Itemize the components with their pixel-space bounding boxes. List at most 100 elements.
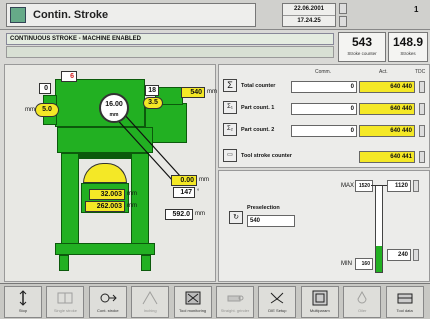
inching-icon: [132, 290, 168, 306]
stroke-counter-box: 543 Stroke counter: [338, 32, 386, 62]
toolbar-button-label: Single stroke: [53, 308, 77, 313]
toolbar-button-tool-monitor[interactable]: Tool monitoring: [173, 286, 212, 318]
table-value-1-unit: mm: [127, 191, 137, 197]
preselection-input[interactable]: 540: [247, 215, 295, 227]
row-label-part2: Part count. 2: [241, 127, 275, 133]
cont-stroke-icon: [90, 290, 126, 306]
top-bar: Contin. Stroke 22.06.2001 17.24.25 1: [0, 0, 430, 30]
bottom-unit: mm: [195, 211, 205, 217]
part2-act-value: 640 440: [359, 125, 415, 137]
table-value-2-unit: mm: [127, 203, 137, 209]
top-red-value: 6: [61, 71, 77, 82]
toolbar-button-multiparam[interactable]: Multiparam: [300, 286, 339, 318]
sum-icon: Σ: [223, 79, 237, 92]
tool-stroke-act-value: 640 441: [359, 151, 415, 163]
stroke-dial[interactable]: 16.00 mm: [99, 93, 129, 123]
strokes-rate-box: 148.9 Strokes: [388, 32, 428, 62]
yellow-top-right-unit: mm: [207, 89, 217, 95]
tool-stroke-icon: ▭: [223, 149, 237, 162]
toolbar-button-label: DIE Setup: [268, 308, 287, 313]
toolbar-button-label: Multiparam: [309, 308, 330, 313]
mode-title-box: Contin. Stroke: [6, 3, 256, 27]
single-stroke-icon: [47, 290, 83, 306]
total-act-value: 640 440: [359, 81, 415, 93]
row-label-part1: Part count. 1: [241, 105, 275, 111]
right-mid-value: 0.00: [171, 175, 197, 186]
tool-data-icon: [387, 290, 423, 306]
part2-comm-value[interactable]: 0: [291, 125, 357, 137]
mode-title: Contin. Stroke: [33, 9, 109, 21]
toolbar-button-single-stroke[interactable]: Single stroke: [46, 286, 85, 318]
right-small-value: 147: [173, 187, 195, 198]
small-oval: 3.5: [143, 97, 163, 109]
max-value: 1520: [355, 180, 373, 192]
toolbar-button-label: Stop: [18, 308, 28, 313]
strokes-rate-value: 148.9: [392, 35, 424, 49]
level-gauge-fill: [376, 246, 382, 272]
press-diagram-panel: 6 0 5.0 mm 16.00 mm 18 3.5 540 mm 0.00 m…: [4, 64, 217, 282]
col-header-comm: Comm.: [315, 69, 332, 75]
upper-limit-input[interactable]: 1120: [387, 180, 411, 192]
date-label: 22.06.2001: [293, 6, 325, 12]
mode-icon: [10, 7, 26, 23]
date-time-box: 22.06.2001 17.24.25: [282, 3, 336, 27]
strokes-rate-label: Strokes: [400, 51, 416, 56]
date-down-button[interactable]: [339, 16, 347, 27]
counter-table-panel: Comm. Act. TDC Σ Total counter 0 640 440…: [218, 64, 430, 168]
dial-unit: mm: [109, 112, 119, 118]
total-reset-button[interactable]: [419, 81, 425, 93]
bottom-toolbar: Stop Single stroke Cont. stroke Inching Tool…: [0, 283, 430, 319]
toolbar-button-tool-data[interactable]: Tool data: [385, 286, 424, 318]
toolbar-button-cont-stroke[interactable]: Cont. stroke: [88, 286, 127, 318]
oiler-icon: [344, 290, 380, 306]
toolbar-button-label: Oiler: [357, 308, 367, 313]
date-up-button[interactable]: [339, 3, 347, 14]
secondary-message-bar: [6, 46, 334, 58]
grinder-icon: [217, 290, 253, 306]
gauge-top-tick: [371, 185, 387, 186]
row-label-total: Total counter: [241, 83, 276, 89]
press-control-screen: Contin. Stroke 22.06.2001 17.24.25 1 CON…: [0, 0, 430, 319]
toolbar-button-label: Tool data: [396, 308, 413, 313]
dial-value: 16.00: [105, 101, 123, 108]
speed-unit: mm: [25, 107, 35, 113]
time-label: 17.24.25: [283, 15, 335, 26]
die-setup-icon: [259, 290, 295, 306]
right-small-unit: °: [197, 189, 200, 195]
toolbar-button-label: Tool monitoring: [179, 308, 207, 313]
lower-limit-input[interactable]: 240: [387, 249, 411, 261]
toolbar-button-die-setup[interactable]: DIE Setup: [258, 286, 297, 318]
part1-comm-value[interactable]: 0: [291, 103, 357, 115]
min-value: 160: [355, 258, 373, 270]
part1-act-value: 640 440: [359, 103, 415, 115]
min-label: MIN: [341, 261, 352, 267]
preselection-panel: ↻ Preselection 540 MAX 1520 1120 MIN 160…: [218, 170, 430, 282]
upper-limit-button[interactable]: [413, 180, 419, 192]
col-header-act: Act.: [379, 69, 388, 75]
toolbar-button-oiler[interactable]: Oiler: [343, 286, 382, 318]
tool-stroke-reset-button[interactable]: [419, 151, 425, 163]
part1-reset-button[interactable]: [419, 103, 425, 115]
max-label: MAX: [341, 183, 355, 189]
toolbar-button-grinder[interactable]: Straight. grinder: [216, 286, 254, 318]
part-counter-icon: Σ₁: [223, 101, 237, 114]
stroke-counter-label: Stroke counter: [347, 51, 377, 56]
part2-reset-button[interactable]: [419, 125, 425, 137]
left-small-value: 0: [39, 83, 51, 94]
level-gauge: [375, 185, 383, 273]
toolbar-button-inching[interactable]: Inching: [131, 286, 170, 318]
toolbar-button-label: Straight. grinder: [220, 308, 250, 313]
col-header-tdc: TDC: [415, 69, 426, 75]
total-comm-value[interactable]: 0: [291, 81, 357, 93]
lower-limit-button[interactable]: [413, 249, 419, 261]
page-number: 1: [414, 5, 419, 14]
small-white-value: 18: [145, 85, 159, 96]
toolbar-button-stop[interactable]: Stop: [4, 286, 42, 318]
row-label-tool-stroke: Tool stroke counter: [241, 153, 292, 159]
bottom-value: 592.0: [165, 209, 193, 220]
stroke-counter-value: 543: [351, 35, 373, 49]
speed-oval: 5.0: [35, 103, 59, 117]
status-message-bar: CONTINUOUS STROKE - MACHINE ENABLED: [6, 33, 334, 45]
yellow-top-right: 540: [181, 87, 205, 98]
toolbar-button-label: Inching: [143, 308, 157, 313]
